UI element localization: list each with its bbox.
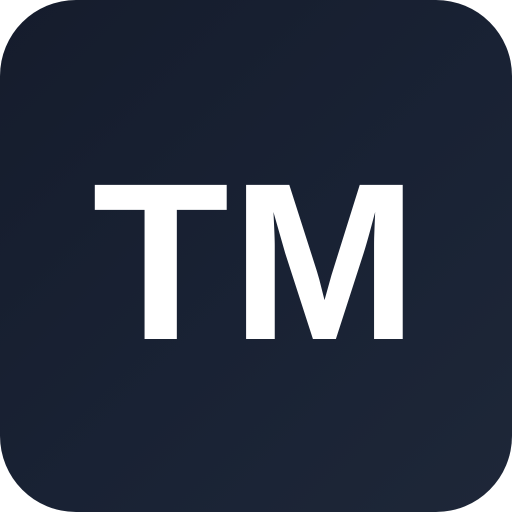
monogram-text: TM [92, 137, 420, 387]
app-icon: TM [0, 0, 512, 512]
